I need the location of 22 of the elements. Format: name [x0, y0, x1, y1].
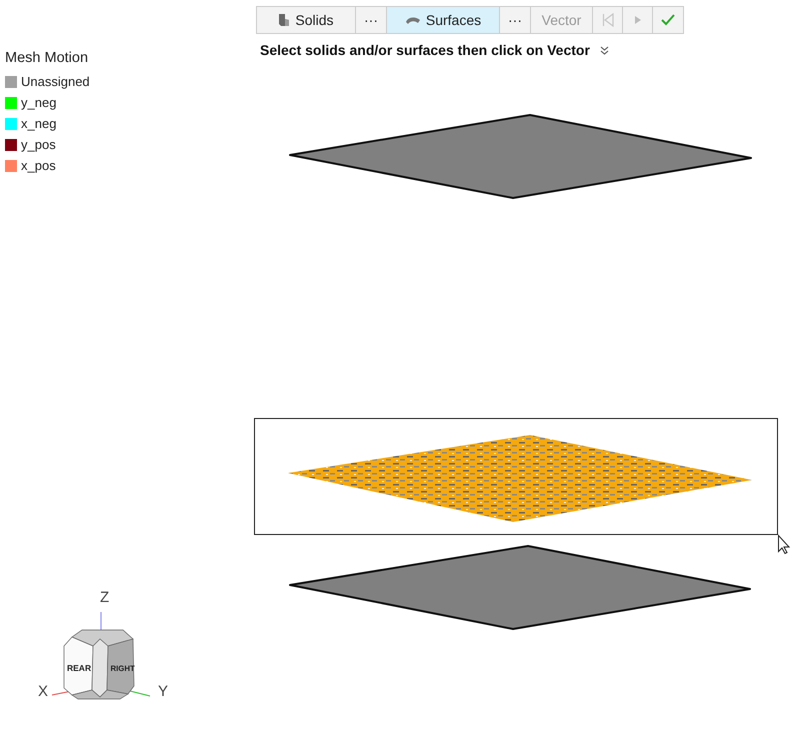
- surfaces-button[interactable]: Surfaces: [387, 7, 500, 33]
- instruction-text: Select solids and/or surfaces then click on Vector: [260, 42, 590, 58]
- view-cube-drawing[interactable]: [64, 630, 134, 700]
- z-axis-label: Z: [100, 589, 110, 606]
- cursor-icon: [778, 534, 790, 554]
- y-axis-line: [130, 690, 150, 696]
- legend-label: Unassigned: [21, 74, 90, 89]
- z-axis-line: [100, 612, 102, 632]
- legend-title: Mesh Motion: [5, 50, 88, 66]
- x-axis-label: X: [38, 683, 48, 700]
- solid-block-icon: [278, 13, 290, 27]
- skip-back-icon: [602, 13, 614, 27]
- legend-label: y_pos: [21, 137, 56, 152]
- legend-label: x_pos: [21, 158, 56, 173]
- cube-face-label: REAR: [67, 663, 92, 673]
- check-icon: [661, 14, 675, 26]
- play-icon: [634, 15, 642, 25]
- surface-icon: [404, 15, 421, 25]
- legend-label: y_neg: [21, 95, 56, 110]
- legend-label: x_neg: [21, 116, 56, 131]
- double-chevron-down-icon[interactable]: [600, 46, 609, 54]
- y-axis-label: Y: [158, 683, 168, 700]
